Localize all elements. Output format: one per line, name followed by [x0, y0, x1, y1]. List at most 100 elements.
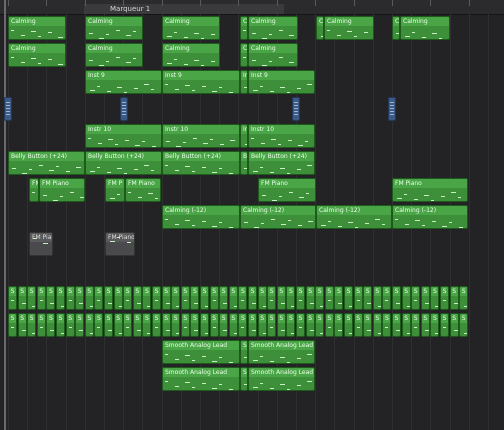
region-s[interactable]: S: [132, 313, 142, 337]
region-s[interactable]: S: [392, 286, 401, 310]
region-smooth-analog-lead[interactable]: S: [240, 340, 248, 364]
region-calming[interactable]: Calming: [8, 16, 66, 40]
region-s[interactable]: S: [180, 286, 190, 310]
region-belly-button[interactable]: Belly Button (+24): [8, 151, 85, 175]
region-s[interactable]: S: [171, 286, 181, 310]
region-s[interactable]: S: [344, 286, 353, 310]
region-s[interactable]: S: [401, 286, 411, 310]
region-s[interactable]: S: [17, 313, 27, 337]
region-s[interactable]: S: [267, 313, 277, 337]
region-s[interactable]: S: [209, 286, 219, 310]
region-s[interactable]: S: [305, 286, 315, 310]
region-s[interactable]: S: [75, 313, 85, 337]
audio-region[interactable]: [120, 97, 128, 121]
region-calming[interactable]: C: [392, 16, 400, 40]
region-s[interactable]: S: [113, 286, 123, 310]
region-s[interactable]: S: [353, 313, 363, 337]
region-calming[interactable]: Calming: [85, 43, 143, 67]
region-s[interactable]: S: [75, 286, 85, 310]
region-s[interactable]: S: [324, 286, 334, 310]
region-s[interactable]: S: [449, 286, 459, 310]
region-fm-piano[interactable]: FM Piano: [125, 178, 161, 202]
region-s[interactable]: S: [315, 286, 325, 310]
region-belly-button[interactable]: B: [240, 151, 248, 175]
region-s[interactable]: S: [267, 286, 277, 310]
region-s[interactable]: S: [219, 313, 229, 337]
region-fm-piano[interactable]: FM Piano: [258, 178, 316, 202]
region-s[interactable]: S: [228, 313, 238, 337]
region-s[interactable]: S: [190, 313, 200, 337]
region-inst9[interactable]: Inst 9: [85, 70, 162, 94]
region-s[interactable]: S: [353, 286, 363, 310]
playhead[interactable]: [4, 0, 6, 430]
region-s[interactable]: S: [238, 313, 248, 337]
region-calming[interactable]: Calming: [8, 43, 66, 67]
region-calming-minus12[interactable]: Calming (-12): [162, 205, 240, 229]
region-s[interactable]: S: [248, 313, 257, 337]
region-s[interactable]: S: [56, 286, 65, 310]
region-s[interactable]: S: [248, 286, 257, 310]
region-s[interactable]: S: [420, 313, 430, 337]
region-s[interactable]: S: [84, 286, 94, 310]
region-calming[interactable]: Calming: [400, 16, 450, 40]
region-s[interactable]: S: [334, 286, 344, 310]
region-s[interactable]: S: [238, 286, 248, 310]
region-s[interactable]: S: [257, 313, 267, 337]
region-s[interactable]: S: [65, 313, 75, 337]
region-s[interactable]: S: [257, 286, 267, 310]
region-s[interactable]: S: [94, 313, 104, 337]
region-s[interactable]: S: [104, 313, 113, 337]
region-s[interactable]: S: [276, 286, 286, 310]
region-s[interactable]: S: [142, 313, 152, 337]
region-instr10[interactable]: Instr 10: [85, 124, 162, 148]
region-belly-button[interactable]: Belly Button (+24): [85, 151, 162, 175]
region-belly-button[interactable]: Belly Button (+24): [248, 151, 315, 175]
region-calming-minus12[interactable]: Calming (-12): [316, 205, 392, 229]
region-calming[interactable]: Calming: [248, 16, 298, 40]
region-s[interactable]: S: [36, 313, 46, 337]
region-s[interactable]: S: [286, 286, 296, 310]
region-s[interactable]: S: [84, 313, 94, 337]
region-s[interactable]: S: [344, 313, 353, 337]
region-s[interactable]: S: [161, 286, 171, 310]
region-s[interactable]: S: [17, 286, 27, 310]
region-s[interactable]: S: [334, 313, 344, 337]
region-s[interactable]: S: [190, 286, 200, 310]
region-s[interactable]: S: [363, 313, 373, 337]
region-s[interactable]: S: [411, 286, 421, 310]
region-s[interactable]: S: [200, 286, 209, 310]
audio-region[interactable]: [388, 97, 396, 121]
audio-region[interactable]: [292, 97, 300, 121]
region-fm-piano-muted[interactable]: FM Piano: [105, 232, 135, 256]
bar-ruler[interactable]: Marqueur 1: [0, 0, 504, 15]
region-inst9[interactable]: In: [240, 70, 248, 94]
region-s[interactable]: S: [449, 313, 459, 337]
region-fm-piano[interactable]: FM: [29, 178, 39, 202]
region-calming[interactable]: Calming: [162, 43, 220, 67]
audio-region[interactable]: [4, 97, 12, 121]
region-s[interactable]: S: [132, 286, 142, 310]
region-smooth-analog-lead[interactable]: Smooth Analog Lead: [248, 340, 315, 364]
region-s[interactable]: S: [46, 286, 56, 310]
region-s[interactable]: S: [324, 313, 334, 337]
region-instr10[interactable]: Instr 10: [248, 124, 315, 148]
region-s[interactable]: S: [8, 313, 17, 337]
region-s[interactable]: S: [180, 313, 190, 337]
region-smooth-analog-lead[interactable]: Smooth Analog Lead: [162, 367, 240, 391]
region-calming[interactable]: Calming: [324, 16, 374, 40]
region-s[interactable]: S: [296, 313, 305, 337]
region-s[interactable]: S: [401, 313, 411, 337]
region-s[interactable]: S: [382, 313, 392, 337]
region-belly-button[interactable]: Belly Button (+24): [162, 151, 240, 175]
region-s[interactable]: S: [363, 286, 373, 310]
region-s[interactable]: S: [440, 313, 449, 337]
region-s[interactable]: S: [152, 286, 161, 310]
region-s[interactable]: S: [46, 313, 56, 337]
region-fm-piano-muted[interactable]: FM Piano: [29, 232, 53, 256]
region-s[interactable]: S: [209, 313, 219, 337]
region-s[interactable]: S: [459, 286, 469, 310]
region-calming[interactable]: C: [316, 16, 324, 40]
region-s[interactable]: S: [65, 286, 75, 310]
region-inst9[interactable]: Inst 9: [162, 70, 240, 94]
region-s[interactable]: S: [430, 286, 440, 310]
